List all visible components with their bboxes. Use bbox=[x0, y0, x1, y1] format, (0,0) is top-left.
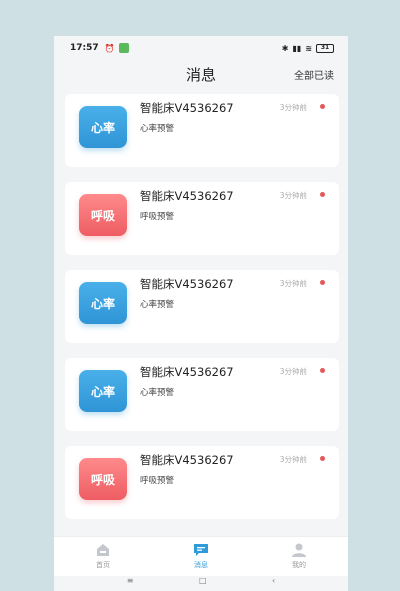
alert-text: 呼吸预警 bbox=[140, 212, 175, 222]
unread-dot bbox=[320, 192, 325, 197]
device-name: 智能床V4536267 bbox=[140, 189, 234, 203]
device-name: 智能床V4536267 bbox=[140, 453, 234, 467]
unread-dot bbox=[320, 104, 325, 109]
message-time: 3分钟前 bbox=[279, 367, 307, 376]
message-time: 3分钟前 bbox=[279, 191, 307, 200]
device-name: 智能床V4536267 bbox=[140, 365, 234, 379]
user-icon bbox=[292, 543, 306, 557]
tab-label: 首页 bbox=[96, 561, 110, 569]
alert-text: 心率预警 bbox=[140, 388, 175, 398]
message-card[interactable]: 心率 智能床V4536267 心率预警 3分钟前 bbox=[65, 358, 339, 431]
badge-label: 呼吸 bbox=[90, 208, 115, 223]
tab-home[interactable]: 首页 bbox=[54, 537, 152, 576]
message-time: 3分钟前 bbox=[279, 103, 307, 112]
unread-dot bbox=[320, 280, 325, 285]
home-icon bbox=[97, 544, 109, 556]
message-time: 3分钟前 bbox=[279, 279, 307, 288]
battery-level: 31 bbox=[320, 44, 330, 51]
nav-bar: 消息 全部已读 bbox=[54, 60, 348, 86]
system-nav-bar: ≡ □ ‹ bbox=[54, 576, 348, 591]
badge-label: 呼吸 bbox=[90, 472, 115, 487]
mark-all-read-button[interactable]: 全部已读 bbox=[294, 67, 334, 82]
unread-dot bbox=[320, 368, 325, 373]
heart-rate-badge: 心率 bbox=[79, 106, 127, 148]
alarm-icon: ⏰ bbox=[104, 43, 115, 53]
breathing-badge: 呼吸 bbox=[79, 194, 127, 236]
badge-label: 心率 bbox=[90, 296, 115, 311]
device-name: 智能床V4536267 bbox=[140, 101, 234, 115]
home-square-icon[interactable]: □ bbox=[199, 576, 207, 585]
wifi-icon: ≋ bbox=[305, 43, 312, 53]
tab-bar: 首页 消息 我的 bbox=[54, 536, 348, 576]
tab-label: 消息 bbox=[194, 561, 208, 569]
message-card[interactable]: 呼吸 智能床V4536267 呼吸预警 3分钟前 bbox=[65, 182, 339, 255]
alert-text: 呼吸预警 bbox=[140, 476, 175, 486]
alert-text: 心率预警 bbox=[140, 124, 175, 134]
message-card[interactable]: 心率 智能床V4536267 心率预警 3分钟前 bbox=[65, 94, 339, 167]
message-icon bbox=[194, 544, 208, 556]
badge-label: 心率 bbox=[90, 120, 115, 135]
message-card[interactable]: 心率 智能床V4536267 心率预警 3分钟前 bbox=[65, 270, 339, 343]
menu-icon[interactable]: ≡ bbox=[127, 576, 134, 585]
phone-screen: 17:57 ⏰ ✱ ▮▮ ≋ 31 消息 全部已读 心率 智能床V4536267… bbox=[54, 36, 348, 591]
battery-icon: 31 bbox=[316, 43, 334, 53]
tab-messages[interactable]: 消息 bbox=[152, 537, 250, 576]
device-name: 智能床V4536267 bbox=[140, 277, 234, 291]
app-notification-icon bbox=[118, 43, 129, 53]
tab-profile[interactable]: 我的 bbox=[250, 537, 348, 576]
message-card[interactable]: 呼吸 智能床V4536267 呼吸预警 3分钟前 bbox=[65, 446, 339, 519]
status-time: 17:57 bbox=[70, 43, 99, 53]
status-bar: 17:57 ⏰ ✱ ▮▮ ≋ 31 bbox=[54, 36, 348, 60]
heart-rate-badge: 心率 bbox=[79, 282, 127, 324]
bluetooth-icon: ✱ bbox=[281, 43, 289, 53]
unread-dot bbox=[320, 456, 325, 461]
tab-label: 我的 bbox=[292, 561, 306, 569]
message-time: 3分钟前 bbox=[279, 455, 307, 464]
status-right: ✱ ▮▮ ≋ 31 bbox=[281, 43, 334, 53]
alert-text: 心率预警 bbox=[140, 300, 175, 310]
breathing-badge: 呼吸 bbox=[79, 458, 127, 500]
back-icon[interactable]: ‹ bbox=[272, 576, 275, 585]
heart-rate-badge: 心率 bbox=[79, 370, 127, 412]
signal-icon: ▮▮ bbox=[292, 43, 302, 53]
badge-label: 心率 bbox=[90, 384, 115, 399]
